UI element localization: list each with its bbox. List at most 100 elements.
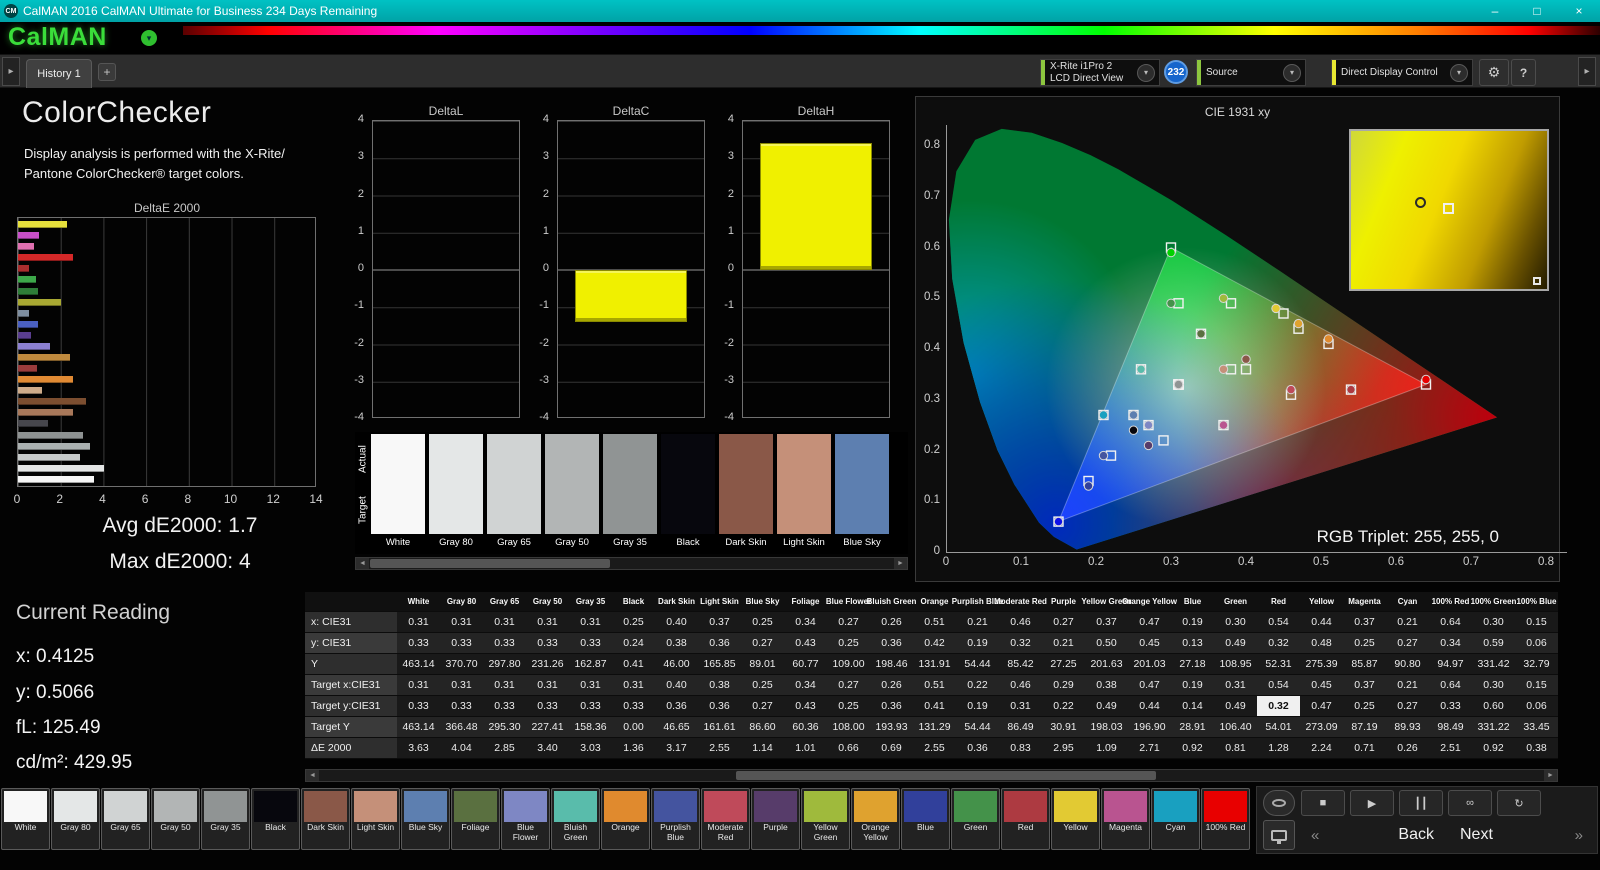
right-panel-toggle[interactable]: ▸: [1578, 57, 1596, 86]
de-bar: [18, 398, 86, 406]
color-button-yellow-green[interactable]: Yellow Green: [801, 788, 850, 850]
history-panel-toggle[interactable]: ▸: [2, 57, 20, 86]
table-cell: 60.36: [784, 717, 827, 738]
color-button-dark-skin[interactable]: Dark Skin: [301, 788, 350, 850]
swatch: Dark Skin: [719, 434, 773, 554]
chevron-down-icon[interactable]: ▾: [1450, 63, 1468, 82]
table-row: x: CIE31 0.31 0.31 0.31 0.31 0.31 0.25 0.40 0.37…: [305, 612, 1558, 633]
table-cell: 0.31: [526, 612, 569, 633]
table-cell: 85.42: [999, 654, 1042, 675]
color-button-black[interactable]: Black: [251, 788, 300, 850]
reading-x: x: 0.4125: [16, 646, 95, 667]
stop-button[interactable]: ■: [1301, 790, 1345, 816]
settings-button[interactable]: ⚙: [1479, 59, 1509, 86]
axis-tick-label: 0: [357, 262, 364, 274]
display-control-dropdown[interactable]: Direct Display Control ▾: [1331, 59, 1473, 86]
color-button-white[interactable]: White: [1, 788, 50, 850]
table-cell: 0.06: [1515, 633, 1558, 654]
color-button-light-skin[interactable]: Light Skin: [351, 788, 400, 850]
de-bar: [18, 331, 31, 339]
pause-button[interactable]: ┃┃: [1399, 790, 1443, 816]
color-button-cyan[interactable]: Cyan: [1151, 788, 1200, 850]
table-cell: 108.00: [827, 717, 870, 738]
color-button-moderate-red[interactable]: Moderate Red: [701, 788, 750, 850]
color-button-100-red[interactable]: 100% Red: [1201, 788, 1250, 850]
color-button-purplish-blue[interactable]: Purplish Blue: [651, 788, 700, 850]
table-cell: 0.45: [1128, 633, 1171, 654]
logo-dropdown-icon[interactable]: ▾: [141, 30, 157, 46]
color-button-blue-sky[interactable]: Blue Sky: [401, 788, 450, 850]
axis-tick-label: 0.2: [1088, 556, 1104, 568]
meter-dropdown[interactable]: X-Rite i1Pro 2 LCD Direct View ▾: [1040, 59, 1160, 86]
chevron-down-icon[interactable]: ▾: [1137, 63, 1155, 82]
tab-history-1[interactable]: History 1: [26, 59, 92, 88]
table-cell: 33.45: [1515, 717, 1558, 738]
de-bar: [18, 431, 83, 439]
color-button-orange[interactable]: Orange: [601, 788, 650, 850]
cie-actual-point: [1128, 425, 1139, 435]
table-cell: 0.37: [698, 612, 741, 633]
display-button[interactable]: [1263, 820, 1295, 850]
add-tab-button[interactable]: +: [98, 63, 116, 81]
swatch-strip: Actual Target White Gray 80 Gray 65 Gray 50…: [355, 432, 908, 554]
column-header: Orange Yellow: [1122, 592, 1177, 612]
color-button-label: Blue Sky: [408, 822, 443, 832]
color-button-gray-65[interactable]: Gray 65: [101, 788, 150, 850]
scroll-right-icon[interactable]: ►: [894, 558, 907, 569]
color-button-gray-50[interactable]: Gray 50: [151, 788, 200, 850]
table-cell: 161.61: [698, 717, 741, 738]
next-chevron-icon: »: [1574, 826, 1583, 844]
color-button-gray-80[interactable]: Gray 80: [51, 788, 100, 850]
cie-actual-point: [1286, 384, 1296, 395]
minimize-button[interactable]: –: [1474, 0, 1516, 22]
color-button-gray-35[interactable]: Gray 35: [201, 788, 250, 850]
maximize-button[interactable]: □: [1516, 0, 1558, 22]
swatch-strip-scrollbar[interactable]: ◄ ►: [355, 557, 908, 570]
axis-tick-label: 0.8: [1538, 556, 1554, 568]
de-bar: [18, 232, 40, 240]
rainbow-strip: [183, 26, 1600, 35]
help-button[interactable]: ?: [1511, 59, 1536, 86]
axis-tick-label: 0.4: [1238, 556, 1254, 568]
source-dropdown[interactable]: Source ▾: [1196, 59, 1306, 86]
color-button-bluish-green[interactable]: Bluish Green: [551, 788, 600, 850]
actual-label: Actual: [357, 445, 369, 474]
color-button-orange-yellow[interactable]: Orange Yellow: [851, 788, 900, 850]
color-button-yellow[interactable]: Yellow: [1051, 788, 1100, 850]
axis-tick-label: 0: [727, 262, 734, 274]
table-cell: 0.25: [827, 696, 870, 717]
meter-count-badge[interactable]: 232: [1164, 60, 1188, 84]
table-cell: 0.26: [870, 675, 913, 696]
target-label: Target: [357, 496, 369, 525]
color-button-magenta[interactable]: Magenta: [1101, 788, 1150, 850]
color-button-green[interactable]: Green: [951, 788, 1000, 850]
scroll-left-icon[interactable]: ◄: [356, 558, 369, 569]
table-cell: 0.69: [870, 738, 913, 759]
de-bar: [18, 287, 39, 295]
scroll-right-icon[interactable]: ►: [1544, 770, 1557, 781]
table-cell: 0.59: [1472, 633, 1515, 654]
color-button-red[interactable]: Red: [1001, 788, 1050, 850]
table-scrollbar[interactable]: ◄ ►: [305, 769, 1558, 782]
color-button-foliage[interactable]: Foliage: [451, 788, 500, 850]
scrollbar-thumb[interactable]: [370, 559, 610, 568]
play-button[interactable]: ▶: [1350, 790, 1394, 816]
scroll-left-icon[interactable]: ◄: [306, 770, 319, 781]
close-button[interactable]: ×: [1558, 0, 1600, 22]
color-button-blue[interactable]: Blue: [901, 788, 950, 850]
loop-button[interactable]: ∞: [1448, 790, 1492, 816]
table-cell: 85.87: [1343, 654, 1386, 675]
cie-actual-point: [1166, 298, 1176, 309]
next-button[interactable]: Next »: [1450, 820, 1593, 850]
lens-button[interactable]: [1263, 790, 1295, 816]
swatch-label: Blue Sky: [843, 537, 881, 548]
color-button-purple[interactable]: Purple: [751, 788, 800, 850]
color-button-label: Red: [1017, 822, 1034, 832]
chevron-down-icon[interactable]: ▾: [1283, 63, 1301, 82]
refresh-button[interactable]: ↻: [1497, 790, 1541, 816]
cie-actual-point: [1143, 440, 1154, 451]
scrollbar-thumb[interactable]: [736, 771, 1156, 780]
back-button[interactable]: « Back: [1301, 820, 1444, 850]
color-button-blue-flower[interactable]: Blue Flower: [501, 788, 550, 850]
column-header: Gray 50: [526, 592, 569, 612]
